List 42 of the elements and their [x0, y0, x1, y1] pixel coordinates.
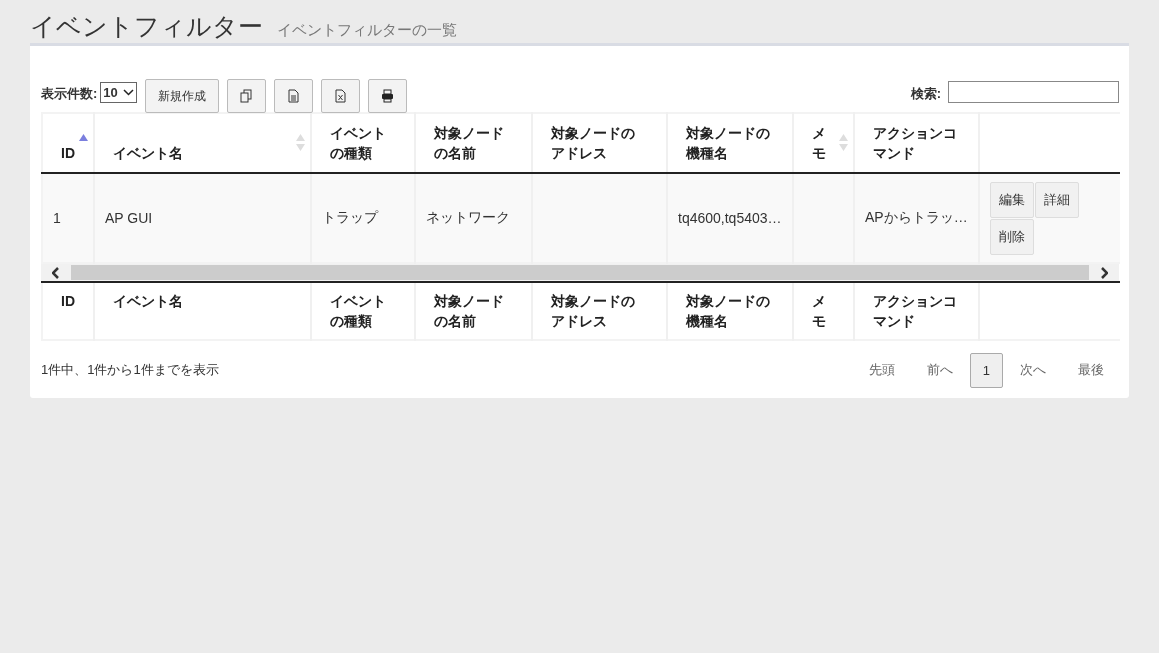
pagination-button[interactable]: 次へ	[1005, 351, 1061, 389]
pagination-button[interactable]: 最後	[1063, 351, 1119, 389]
column-header: イベント名	[94, 282, 311, 340]
horizontal-scrollbar[interactable]	[41, 264, 1119, 281]
search-field[interactable]	[948, 81, 1119, 103]
search-label: 検索:	[910, 85, 941, 103]
document-button[interactable]	[273, 79, 313, 113]
page-size-label: 表示件数:	[41, 85, 98, 103]
action-button[interactable]: 削除	[990, 218, 1034, 255]
column-header: ID	[42, 282, 94, 340]
pagination-button[interactable]: 前へ	[911, 351, 968, 389]
table-cell: 1	[42, 173, 94, 263]
table-info-text: 1件中、1件から1件までを表示	[41, 361, 219, 379]
caret-icon	[122, 88, 134, 96]
table-cell: tq4600,tq5403…	[667, 173, 793, 263]
pagination-button[interactable]: 先頭	[853, 351, 910, 389]
copy-button[interactable]	[226, 79, 266, 113]
action-button[interactable]: 編集	[990, 181, 1034, 218]
table-cell: トラップ	[311, 173, 415, 263]
table-cell: AP GUI	[94, 173, 311, 263]
column-header: メ モ	[793, 282, 854, 340]
scroll-right-icon[interactable]	[1100, 266, 1108, 279]
column-header: イベント の種類	[311, 282, 415, 340]
copy-icon	[239, 89, 253, 103]
spreadsheet-icon	[333, 89, 347, 103]
document-icon	[286, 89, 300, 103]
column-header: 対象ノードの アドレス	[532, 282, 667, 340]
column-header: 対象ノードの 機種名	[667, 282, 793, 340]
table-cell: APからトラッ…	[854, 173, 979, 263]
pagination-button[interactable]: 1	[969, 352, 1003, 388]
scroll-left-icon[interactable]	[52, 266, 60, 279]
table-cell: ネットワーク	[415, 173, 532, 263]
page-title: イベントフィルター	[30, 11, 263, 42]
action-button[interactable]: 詳細	[1035, 181, 1079, 218]
spreadsheet-button[interactable]	[320, 79, 360, 113]
page-size-select[interactable]: 10	[100, 81, 137, 103]
printer-icon	[380, 89, 394, 103]
column-header: 対象ノード の名前	[415, 282, 532, 340]
page-subtitle: イベントフィルターの一覧	[277, 21, 457, 40]
printer-button[interactable]	[367, 79, 407, 113]
new-button[interactable]: 新規作成	[144, 79, 219, 113]
column-header: アクションコ マンド	[854, 282, 979, 340]
